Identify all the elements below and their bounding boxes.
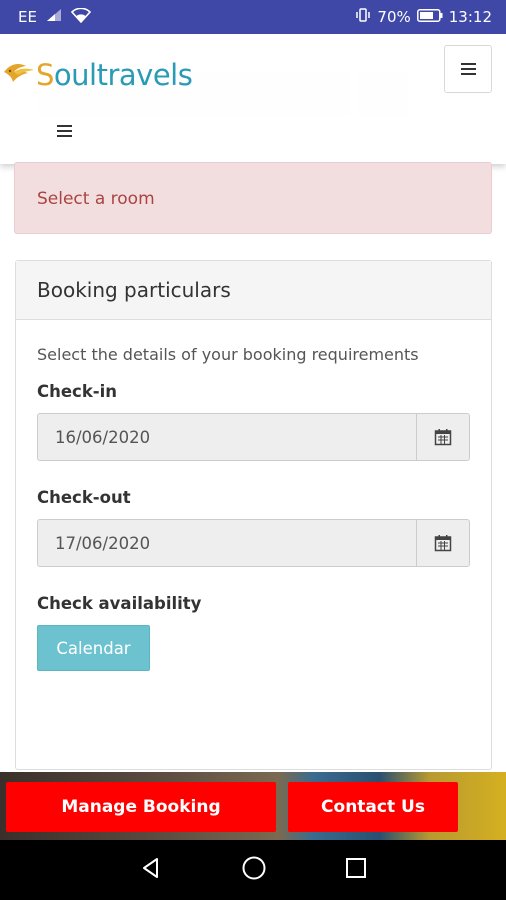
bird-logo-icon xyxy=(2,56,36,94)
home-icon[interactable] xyxy=(241,855,267,885)
menu-button[interactable] xyxy=(444,45,492,93)
signal-icon xyxy=(45,8,63,26)
wifi-icon xyxy=(70,7,92,27)
checkout-calendar-button[interactable] xyxy=(416,519,470,567)
status-bar: EE 70% 13:12 xyxy=(0,0,506,34)
checkin-date-group: 16/06/2020 xyxy=(37,413,470,461)
back-icon[interactable] xyxy=(139,856,163,884)
checkin-calendar-button[interactable] xyxy=(416,413,470,461)
calendar-icon xyxy=(434,429,452,446)
system-nav-bar xyxy=(0,840,506,900)
help-text: Select the details of your booking requi… xyxy=(37,345,419,364)
recents-icon[interactable] xyxy=(345,857,367,883)
contact-us-button[interactable]: Contact Us xyxy=(288,782,458,832)
booking-panel: Booking particulars Select the details o… xyxy=(15,260,492,770)
checkout-label: Check-out xyxy=(37,488,131,507)
logo-text: Soultravels xyxy=(36,58,193,92)
battery-icon xyxy=(416,8,443,26)
checkout-input[interactable]: 17/06/2020 xyxy=(37,519,416,567)
vibrate-icon xyxy=(355,7,371,27)
page: Soultravels Select a room Booking partic… xyxy=(0,34,506,840)
checkin-input[interactable]: 16/06/2020 xyxy=(37,413,416,461)
clock: 13:12 xyxy=(448,8,492,26)
checkin-label: Check-in xyxy=(37,382,118,401)
availability-label: Check availability xyxy=(37,594,202,613)
secondary-menu-button[interactable] xyxy=(50,120,78,142)
hamburger-icon xyxy=(460,63,476,75)
calendar-button[interactable]: Calendar xyxy=(37,625,150,671)
manage-booking-button[interactable]: Manage Booking xyxy=(6,782,276,832)
site-header: Soultravels xyxy=(0,34,506,164)
hamburger-icon xyxy=(56,125,72,137)
soultravels-logo[interactable]: Soultravels xyxy=(2,56,193,94)
carrier-label: EE xyxy=(18,8,37,26)
calendar-icon xyxy=(434,535,452,552)
panel-title: Booking particulars xyxy=(16,261,491,320)
alert-text: Select a room xyxy=(37,189,155,209)
battery-percent: 70% xyxy=(377,8,411,26)
checkout-date-group: 17/06/2020 xyxy=(37,519,470,567)
error-alert: Select a room xyxy=(14,162,492,234)
